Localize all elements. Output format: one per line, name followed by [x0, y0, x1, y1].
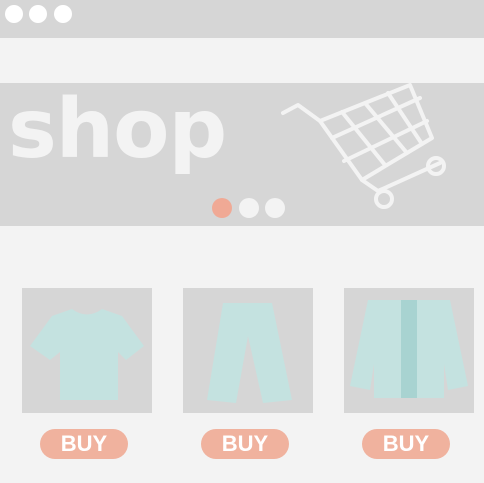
- window-titlebar: [0, 0, 484, 38]
- product-card[interactable]: [22, 288, 152, 413]
- tshirt-icon: [30, 309, 144, 400]
- buy-button[interactable]: BUY: [201, 429, 289, 459]
- carousel-dot[interactable]: [239, 198, 259, 218]
- carousel-dot-active[interactable]: [212, 198, 232, 218]
- buy-button[interactable]: BUY: [40, 429, 128, 459]
- buy-button[interactable]: BUY: [362, 429, 450, 459]
- shopping-cart-icon: [281, 83, 446, 209]
- address-bar[interactable]: [0, 38, 484, 83]
- product-card[interactable]: [344, 288, 474, 413]
- carousel-dot[interactable]: [265, 198, 285, 218]
- window-control-dot[interactable]: [54, 5, 72, 23]
- hero-title: shop: [8, 83, 227, 177]
- cardigan-icon: [350, 300, 468, 398]
- hero-banner: shop: [0, 83, 484, 226]
- product-card[interactable]: [183, 288, 313, 413]
- window-control-dot[interactable]: [29, 5, 47, 23]
- pants-icon: [207, 303, 292, 403]
- window-control-dot[interactable]: [5, 5, 23, 23]
